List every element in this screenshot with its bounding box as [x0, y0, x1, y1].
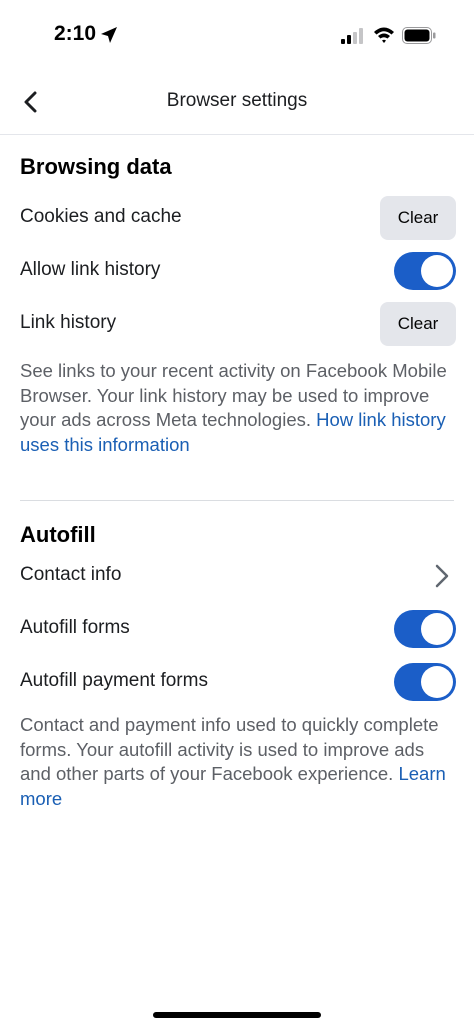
home-indicator	[153, 1012, 321, 1018]
row-label: Autofill payment forms	[20, 670, 208, 691]
section-title-browsing-data: Browsing data	[20, 154, 172, 179]
battery-icon	[402, 27, 436, 44]
browsing-data-description: See links to your recent activity on Fac…	[20, 359, 460, 457]
row-allow-link-history: Allow link history	[20, 248, 456, 294]
row-label: Allow link history	[20, 259, 161, 280]
row-label: Contact info	[20, 564, 122, 585]
location-arrow-icon	[101, 27, 117, 43]
page-title: Browser settings	[166, 90, 308, 111]
section-title-autofill: Autofill	[20, 522, 96, 547]
autofill-payment-forms-toggle[interactable]	[394, 663, 456, 701]
toggle-knob	[421, 666, 453, 698]
chevron-right-icon	[435, 564, 449, 588]
row-label: Cookies and cache	[20, 206, 182, 227]
autofill-forms-toggle[interactable]	[394, 610, 456, 648]
toggle-knob	[421, 613, 453, 645]
allow-link-history-toggle[interactable]	[394, 252, 456, 290]
status-bar: 2:10	[0, 0, 474, 70]
row-cookies-and-cache: Cookies and cache Clear	[20, 195, 456, 241]
nav-bar: Browser settings	[0, 70, 474, 135]
autofill-description: Contact and payment info used to quickly…	[20, 713, 460, 811]
section-divider	[20, 500, 454, 501]
row-label: Autofill forms	[20, 617, 130, 638]
toggle-knob	[421, 255, 453, 287]
row-autofill-forms: Autofill forms	[20, 606, 456, 652]
row-contact-info[interactable]: Contact info	[20, 553, 456, 599]
row-autofill-payment-forms: Autofill payment forms	[20, 659, 456, 705]
status-time: 2:10	[54, 22, 97, 45]
clear-link-history-button[interactable]: Clear	[380, 302, 456, 346]
row-label: Link history	[20, 312, 117, 333]
cellular-signal-icon	[341, 28, 363, 44]
wifi-icon	[374, 27, 394, 43]
clear-cookies-button[interactable]: Clear	[380, 196, 456, 240]
row-link-history: Link history Clear	[20, 301, 456, 347]
description-text: Contact and payment info used to quickly…	[20, 714, 439, 784]
